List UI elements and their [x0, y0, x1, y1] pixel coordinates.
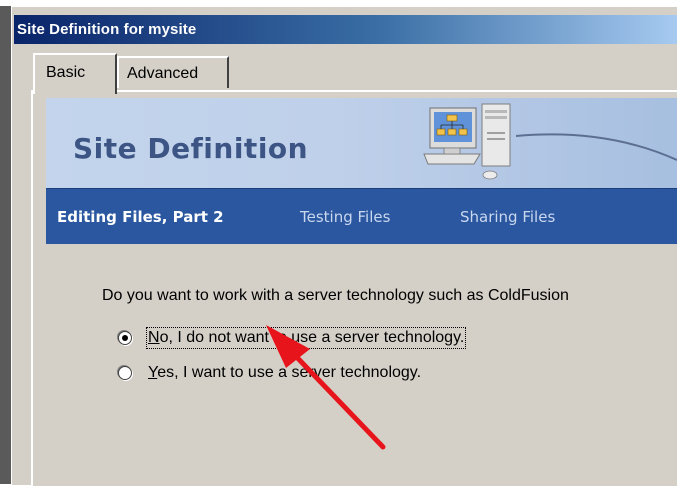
- networked-computer-icon: [423, 103, 511, 180]
- step-sharing-files[interactable]: Sharing Files: [460, 208, 555, 226]
- tab-advanced-label: Advanced: [127, 65, 199, 82]
- server-technology-question: Do you want to work with a server techno…: [102, 287, 569, 304]
- wizard-header-title: Site Definition: [73, 132, 309, 165]
- dialog-title: Site Definition for mysite: [17, 21, 197, 38]
- step-editing-files-part-2[interactable]: Editing Files, Part 2: [57, 208, 224, 226]
- mnemonic-y: Y: [148, 364, 158, 381]
- radio-label-no-server[interactable]: No, I do not want to use a server techno…: [145, 327, 467, 349]
- radio-button-selected[interactable]: [118, 331, 132, 345]
- radio-label-no-server-text: o, I do not want to use a server technol…: [159, 329, 465, 346]
- tab-advanced[interactable]: Advanced: [117, 56, 229, 88]
- wizard-steps-bar: Editing Files, Part 2 Testing Files Shar…: [46, 188, 677, 244]
- left-window-frame: [0, 6, 11, 484]
- radio-button-unselected[interactable]: [118, 366, 132, 380]
- radio-selected-dot: [122, 335, 128, 341]
- wizard-header-banner: Site Definition: [46, 98, 677, 188]
- radio-label-yes-server-text: es, I want to use a server technology.: [157, 364, 422, 381]
- tab-basic[interactable]: Basic: [33, 53, 117, 94]
- mnemonic-n: N: [148, 329, 160, 346]
- step-testing-files[interactable]: Testing Files: [300, 208, 390, 226]
- dialog-titlebar[interactable]: Site Definition for mysite: [14, 15, 677, 44]
- tab-basic-label: Basic: [46, 64, 86, 81]
- radio-label-yes-server[interactable]: Yes, I want to use a server technology.: [148, 364, 421, 382]
